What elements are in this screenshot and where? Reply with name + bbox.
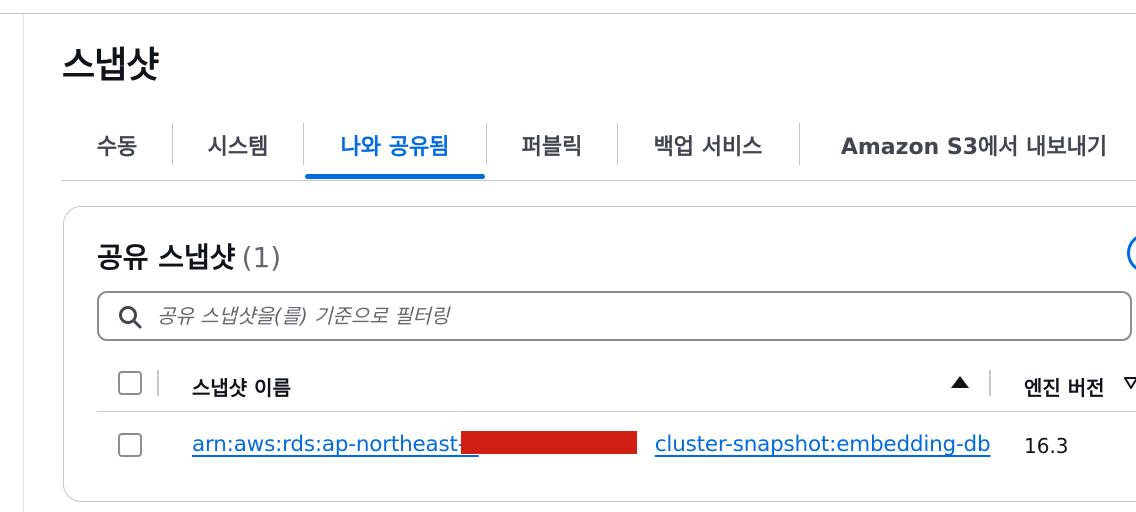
engine-version-cell: 16.3 [1024, 434, 1069, 458]
row-checkbox[interactable] [118, 433, 142, 457]
tab-system[interactable]: 시스템 [173, 120, 303, 170]
arn-suffix: cluster-snapshot:embedding-db [654, 432, 991, 457]
tab-separator [799, 123, 800, 165]
table-row-divider [97, 411, 1136, 412]
top-divider [0, 13, 1136, 14]
snapshot-count: (1) [241, 241, 282, 274]
panel-title: 공유 스냅샷 (1) [97, 236, 281, 276]
arn-prefix: arn:aws:rds:ap-northeast-2 [192, 432, 479, 457]
column-separator [157, 370, 159, 396]
tab-backup-service[interactable]: 백업 서비스 [618, 120, 798, 170]
tab-public[interactable]: 퍼블릭 [487, 120, 617, 170]
redaction-bar [461, 431, 637, 454]
panel-title-text: 공유 스냅샷 [97, 241, 236, 274]
search-field[interactable] [97, 291, 1132, 341]
sort-descending-icon[interactable] [1124, 377, 1136, 389]
page-title: 스냅샷 [62, 45, 159, 86]
search-icon [119, 306, 142, 329]
active-tab-indicator [305, 174, 485, 179]
column-header-engine-version[interactable]: 엔진 버전 [1024, 372, 1105, 401]
tab-bar-divider [62, 180, 1136, 181]
select-all-checkbox[interactable] [118, 371, 142, 395]
search-input[interactable] [157, 302, 1117, 330]
column-header-snapshot-name[interactable]: 스냅샷 이름 [192, 372, 291, 401]
column-resize-handle[interactable] [989, 370, 991, 396]
left-divider [23, 14, 24, 512]
sort-ascending-icon[interactable] [951, 376, 969, 388]
tab-bar: 수동 시스템 나와 공유됨 퍼블릭 백업 서비스 Amazon S3에서 내보내… [62, 120, 1136, 182]
tab-export-to-s3[interactable]: Amazon S3에서 내보내기 [814, 120, 1134, 170]
tab-manual[interactable]: 수동 [62, 120, 172, 170]
tab-shared-with-me[interactable]: 나와 공유됨 [304, 120, 486, 170]
